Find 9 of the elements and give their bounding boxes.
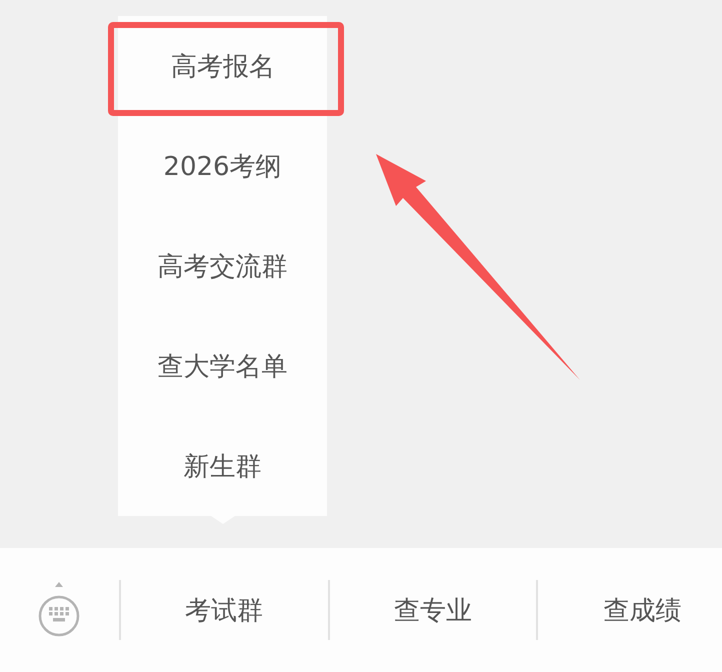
menu-item[interactable]: 2026考纲 xyxy=(118,116,327,216)
bottom-tab[interactable]: 查专业 xyxy=(330,548,536,672)
bottom-tab[interactable]: 查成绩 xyxy=(538,548,722,672)
menu-item[interactable]: 新生群 xyxy=(118,416,327,516)
menu-item[interactable]: 查大学名单 xyxy=(118,316,327,416)
bottom-tab[interactable]: 考试群 xyxy=(120,548,328,672)
keyboard-icon[interactable] xyxy=(38,582,80,638)
highlighted-menu-item[interactable]: 高考报名 xyxy=(108,22,344,116)
menu-item[interactable]: 高考交流群 xyxy=(118,216,327,316)
